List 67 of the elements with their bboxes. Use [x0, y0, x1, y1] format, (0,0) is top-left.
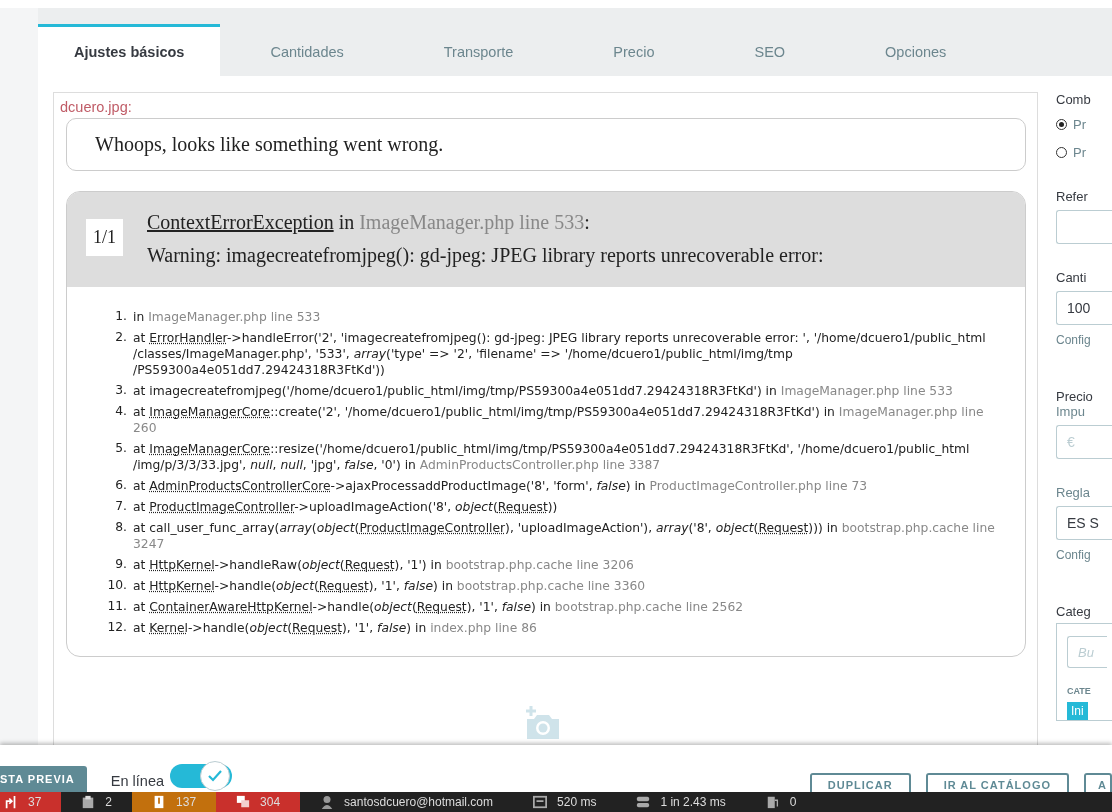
warning-text: Warning: imagecreatefromjpeg(): gd-jpeg: JPEG library reports unrecoverable error: — [147, 244, 824, 267]
radio-option[interactable]: Pr — [1056, 113, 1086, 135]
trace-number: 5. — [114, 441, 128, 457]
tab[interactable]: SEO — [704, 24, 836, 76]
tab[interactable]: Opciones — [835, 24, 997, 76]
trace-line: at imagecreatefromjpeg('/home/dcuero1/public_html/img/tmp/PS59300a4e051dd7.29424318R3FtKd') in ImageManager.php line 533 — [133, 383, 953, 399]
field-label: Canti — [1056, 270, 1087, 285]
configure-link[interactable]: Config — [1056, 333, 1091, 347]
field-label: Impu — [1056, 404, 1085, 419]
tab[interactable]: Transporte — [393, 24, 564, 76]
trace-line: at HttpKernel->handleRaw(object(Request), '1') in bootstrap.php.cache line 3206 — [133, 557, 634, 573]
clipboard-icon — [81, 795, 96, 809]
file-name: dcuero.jpg: — [60, 99, 132, 115]
configure-link[interactable]: Config — [1056, 548, 1091, 562]
trace-number: 8. — [114, 520, 128, 536]
debug-bar-item[interactable]: 304 — [216, 792, 301, 812]
trace-number: 6. — [114, 478, 128, 494]
trace-number: 1. — [114, 309, 128, 325]
trace-line: at ImageManagerCore::create('2', '/home/dcuero1/public_html/img/tmp/PS59300a4e051dd7.29424318R3FtKd') in ImageManager.php line 260 — [133, 404, 985, 436]
trace-number: 9. — [114, 557, 128, 573]
tab[interactable]: Cantidades — [220, 24, 394, 76]
field-label: Regla — [1056, 485, 1090, 500]
user-icon — [320, 795, 335, 809]
reference-field[interactable] — [1056, 210, 1112, 244]
trace-line: at ProductImageController->uploadImageAction('8', object(Request)) — [133, 499, 558, 515]
online-toggle[interactable] — [170, 761, 232, 791]
debug-bar-item[interactable]: 37 — [0, 792, 62, 812]
exception-title: ContextErrorException in ImageManager.php line 533: — [147, 211, 590, 234]
trace-line: at AdminProductsControllerCore->ajaxProcessaddProductImage('8', 'form', false) in ProductImageController.php line 73 — [133, 478, 868, 494]
field-label: Precio — [1056, 389, 1093, 404]
online-label: En línea — [110, 773, 164, 789]
field-label: Comb — [1056, 92, 1091, 107]
messages-icon — [236, 795, 251, 809]
trace-number: 10. — [106, 578, 128, 594]
debug-bar-item[interactable]: 137 — [132, 792, 217, 812]
field-label: Refer — [1056, 189, 1088, 204]
preview-button[interactable]: STA PREVIA — [0, 766, 87, 792]
outline-button[interactable]: A — [1084, 773, 1112, 792]
exception-counter: 1/1 — [86, 219, 123, 256]
route-icon — [4, 795, 18, 809]
trace-number: 7. — [114, 499, 128, 515]
trace-line: at HttpKernel->handle(object(Request), '1', false) in bootstrap.php.cache line 3360 — [133, 578, 646, 594]
categories-heading: CATE — [1067, 686, 1091, 696]
outline-button[interactable]: DUPLICAR — [809, 773, 911, 792]
fuel-icon — [765, 795, 780, 809]
tax-rule-select[interactable]: ES S — [1056, 506, 1112, 540]
window-icon — [533, 795, 548, 809]
database-icon — [636, 795, 651, 809]
field-label: Categ — [1056, 604, 1091, 619]
outline-button[interactable]: IR AL CATÁLOGO — [925, 773, 1069, 792]
trace-line: at ContainerAwareHttpKernel->handle(object(Request), '1', false) in bootstrap.php.cache line 2562 — [133, 599, 744, 615]
trace-line: in ImageManager.php line 533 — [133, 309, 321, 325]
radio-option[interactable]: Pr — [1056, 141, 1086, 163]
trace-number: 12. — [106, 620, 128, 636]
tab[interactable]: Ajustes básicos — [38, 24, 221, 76]
trace-number: 2. — [114, 330, 128, 346]
trace-line: at ImageManagerCore::resize('/home/dcuero1/public_html/img/tmp/PS59300a4e051dd7.29424318R3FtKd', '/home/dcuero1/public_html /img/p/3/3/33.jpg', null, null, 'jpg', false, '0') in AdminProductsController.php line 3387 — [133, 441, 971, 473]
category-tag[interactable]: Ini — [1067, 702, 1088, 720]
trace-number: 11. — [106, 599, 128, 615]
trace-number: 4. — [114, 404, 128, 420]
trace-line: at ErrorHandler->handleError('2', 'imagecreatefromjpeg(): gd-jpeg: JPEG library reports unrecoverable error: ', '/home/dcuero1/public_html /classes/ImageManager.php', '533', array('type' => '2', 'filename' => '/home/dcuero1/public_html/img/tmp /PS59300a4e051dd7.29424318R3FtKd')) — [133, 330, 987, 378]
error-message: Whoops, looks like something went wrong. — [66, 118, 1026, 171]
quantity-field[interactable]: 100 — [1056, 291, 1112, 325]
trace-line: at Kernel->handle(object(Request), '1', false) in index.php line 86 — [133, 620, 537, 636]
tab[interactable]: Precio — [563, 24, 705, 76]
trace-line: at call_user_func_array(array(object(ProductImageController), 'uploadImageAction'), array('8', object(Request))) in bootstrap.php.cache line 3247 — [133, 520, 995, 552]
trace-number: 3. — [114, 383, 128, 399]
